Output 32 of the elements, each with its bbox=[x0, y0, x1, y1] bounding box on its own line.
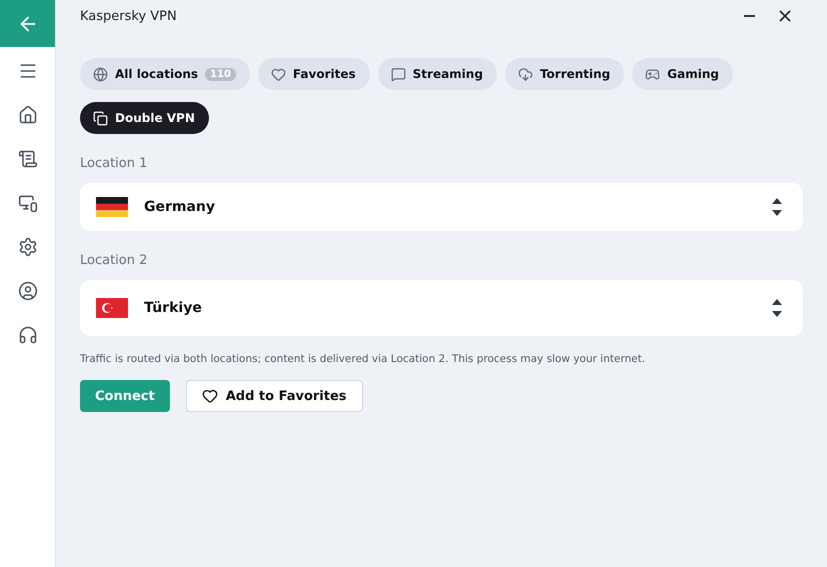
window-title: Kaspersky VPN bbox=[80, 8, 178, 24]
filter-tab[interactable]: Double VPN bbox=[80, 102, 209, 134]
flag-icon bbox=[96, 298, 128, 318]
document-icon bbox=[18, 149, 38, 169]
screen-icon bbox=[390, 66, 406, 82]
heart-icon bbox=[270, 66, 286, 82]
devices-icon bbox=[18, 193, 38, 213]
location-select[interactable]: Türkiye bbox=[80, 280, 803, 336]
heart-icon bbox=[202, 388, 218, 404]
cloud-download-icon bbox=[518, 66, 533, 82]
home-icon bbox=[18, 105, 38, 125]
count-badge: 110 bbox=[205, 68, 236, 80]
filter-tab[interactable]: Favorites bbox=[258, 58, 370, 90]
filter-tab[interactable]: All locations 110 bbox=[80, 58, 250, 90]
favorites-button[interactable]: Add to Favorites bbox=[186, 380, 363, 412]
location-label: Location 2 bbox=[80, 253, 148, 268]
filter-tab[interactable]: Streaming bbox=[378, 58, 497, 90]
sort-icon bbox=[771, 196, 783, 218]
filter-tab[interactable]: Gaming bbox=[632, 58, 733, 90]
headset-icon bbox=[18, 325, 38, 345]
flag-icon bbox=[96, 197, 128, 217]
location-label: Location 1 bbox=[80, 156, 148, 171]
location-select[interactable]: Germany bbox=[80, 183, 803, 231]
copy-icon bbox=[93, 110, 108, 126]
globe-icon bbox=[93, 66, 108, 82]
sort-icon bbox=[771, 297, 783, 319]
account-icon bbox=[18, 281, 38, 301]
settings-icon bbox=[18, 237, 38, 257]
minimize-icon bbox=[744, 15, 754, 17]
filter-tab[interactable]: Torrenting bbox=[504, 58, 624, 90]
gamepad-icon bbox=[645, 66, 660, 82]
info-text: Traffic is routed via both locations; content is delivered via Location 2. This process may slow your internet. bbox=[80, 353, 646, 365]
